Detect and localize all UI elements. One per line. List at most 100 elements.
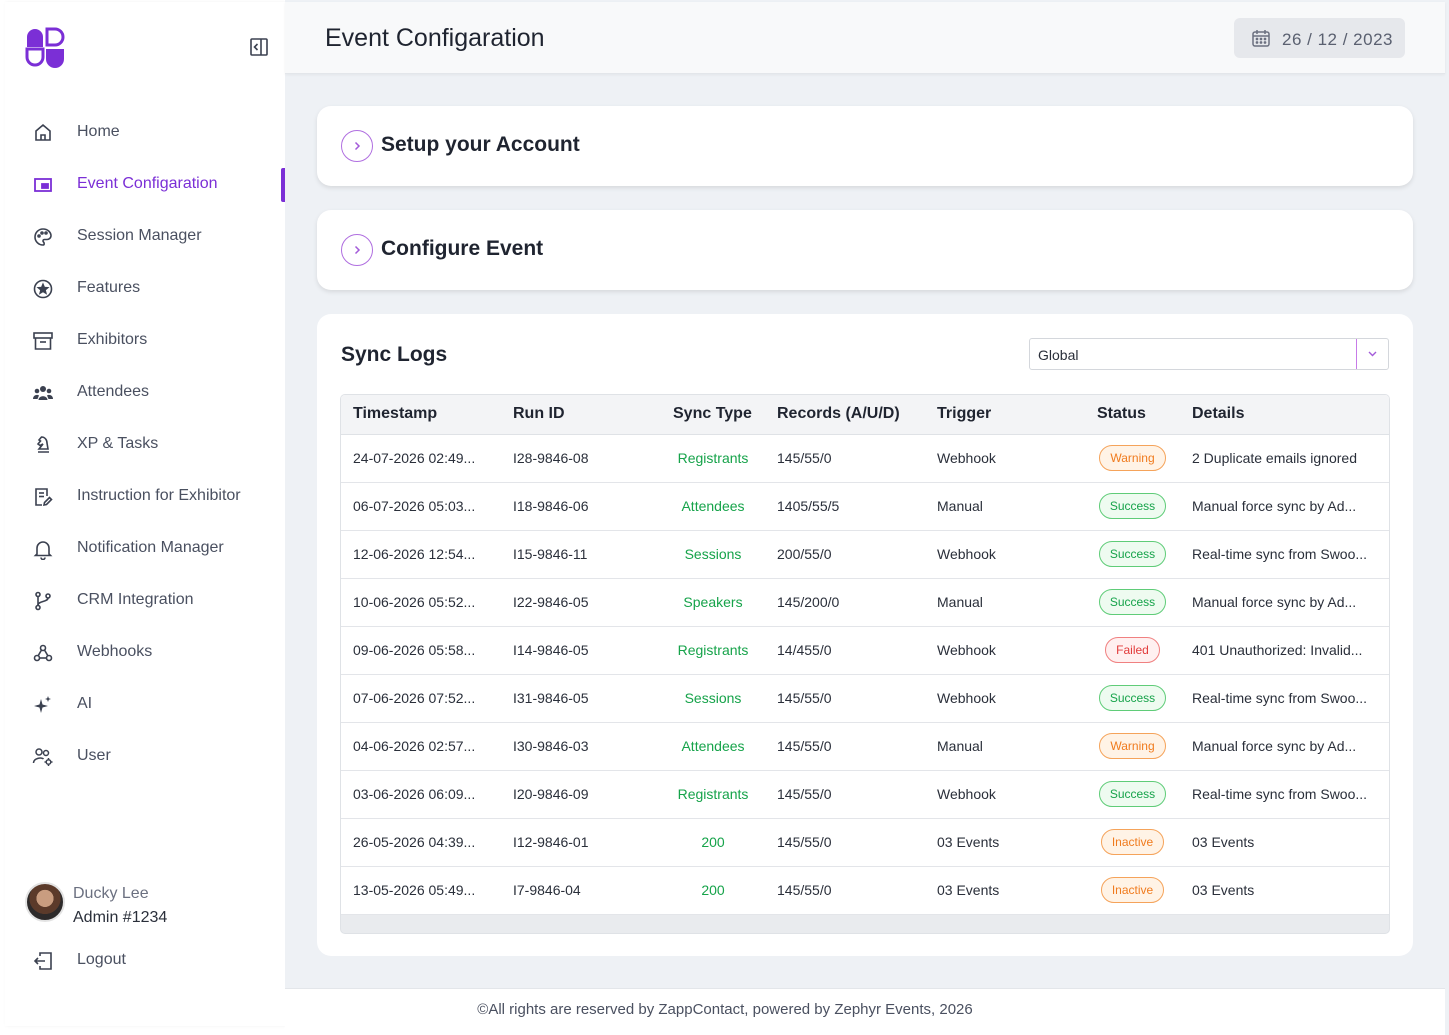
column-header[interactable]: Run ID: [501, 395, 661, 435]
column-header[interactable]: Timestamp: [341, 395, 501, 435]
run-id-cell: I15-9846-11: [513, 546, 588, 562]
timestamp-cell: 10-06-2026 05:52...: [353, 594, 476, 610]
status-badge: Inactive: [1100, 877, 1165, 903]
table-row[interactable]: 26-05-2026 04:39... I12-9846-01 200 145/55/…: [341, 818, 1389, 866]
trigger-cell: Webhook: [937, 546, 996, 562]
details-cell: Real-time sync from Swoo...: [1192, 546, 1368, 562]
table-row[interactable]: 04-06-2026 02:57... I30-9846-03 Attendees 1…: [341, 722, 1389, 770]
status-badge: Failed: [1105, 637, 1160, 663]
records-cell: 145/55/0: [777, 834, 832, 850]
event-config-icon: [32, 174, 54, 196]
details-cell: 401 Unauthorized: Invalid...: [1192, 642, 1363, 658]
webhook-icon: [32, 642, 54, 664]
run-id-cell: I12-9846-01: [513, 834, 589, 850]
details-cell: Manual force sync by Ad...: [1192, 498, 1357, 514]
status-cell: Inactive: [1085, 866, 1180, 914]
sidebar-item-attendees[interactable]: Attendees: [5, 366, 285, 418]
sync-type-cell: Sessions: [684, 690, 742, 706]
sidebar-item-webhooks[interactable]: Webhooks: [5, 626, 285, 678]
sync-type-cell: Registrants: [677, 450, 749, 466]
details-cell: Manual force sync by Ad...: [1192, 594, 1357, 610]
sidebar-item-crm-integration[interactable]: CRM Integration: [5, 574, 285, 626]
chevron-right-icon[interactable]: [341, 234, 373, 266]
trigger-cell: Manual: [937, 498, 983, 514]
date-picker[interactable]: 26 / 12 / 2023: [1234, 18, 1405, 58]
sync-scope-select[interactable]: Global: [1029, 338, 1389, 370]
table-row[interactable]: 06-07-2026 05:03... I18-9846-06 Attendees 1…: [341, 482, 1389, 530]
sync-type-cell: Speakers: [683, 594, 743, 610]
table-row[interactable]: 12-06-2026 12:54... I15-9846-11 Sessions 20…: [341, 530, 1389, 578]
sync-type-cell: Attendees: [681, 738, 745, 754]
timestamp-cell: 04-06-2026 02:57...: [353, 738, 476, 754]
calendar-icon: [1251, 28, 1271, 48]
footer-text: ©All rights are reserved by ZappContact,…: [477, 1001, 973, 1018]
sidebar-item-session-manager[interactable]: Session Manager: [5, 210, 285, 262]
details-cell: Manual force sync by Ad...: [1192, 738, 1357, 754]
run-id-cell: I31-9846-05: [513, 690, 589, 706]
timestamp-cell: 12-06-2026 12:54...: [353, 546, 476, 562]
sync-logs-title: Sync Logs: [341, 343, 448, 366]
status-badge: Success: [1098, 685, 1167, 711]
column-header[interactable]: Records (A/U/D): [765, 395, 925, 435]
sidebar-item-label: Attendees: [77, 383, 150, 400]
column-header[interactable]: Status: [1085, 395, 1180, 435]
status-cell: Inactive: [1085, 818, 1180, 866]
records-cell: 145/200/0: [777, 594, 840, 610]
accordion-title: Setup your Account: [381, 133, 580, 156]
sync-type-cell: Attendees: [681, 498, 745, 514]
accordion-configure-event[interactable]: Configure Event: [317, 210, 1413, 290]
sidebar-item-instruction-for-exhibitor[interactable]: Instruction for Exhibitor: [5, 470, 285, 522]
chess-knight-icon: [32, 434, 54, 456]
trigger-cell: Manual: [937, 738, 983, 754]
run-id-cell: I18-9846-06: [513, 498, 589, 514]
sidebar-item-notification-manager[interactable]: Notification Manager: [5, 522, 285, 574]
logout-button[interactable]: Logout: [5, 934, 285, 986]
user-profile[interactable]: Ducky Lee Admin #1234: [25, 880, 275, 928]
table-row[interactable]: 10-06-2026 05:52... I22-9846-05 Speakers 14…: [341, 578, 1389, 626]
status-cell: Failed: [1085, 626, 1180, 674]
status-badge: Warning: [1099, 733, 1166, 759]
status-badge: Success: [1098, 589, 1167, 615]
records-cell: 14/455/0: [777, 642, 832, 658]
date-value: 26 / 12 / 2023: [1282, 30, 1393, 49]
sidebar-item-features[interactable]: Features: [5, 262, 285, 314]
table-row[interactable]: 03-06-2026 06:09... I20-9846-09 Registrant…: [341, 770, 1389, 818]
column-header[interactable]: Details: [1180, 395, 1389, 435]
table-row[interactable]: 24-07-2026 02:49... I28-9846-08 Registrant…: [341, 434, 1389, 482]
run-id-cell: I30-9846-03: [513, 738, 589, 754]
home-icon: [32, 122, 54, 144]
run-id-cell: I7-9846-04: [513, 882, 581, 898]
sidebar-item-label: Event Configaration: [77, 175, 218, 192]
timestamp-cell: 06-07-2026 05:03...: [353, 498, 476, 514]
table-row[interactable]: 13-05-2026 05:49... I7-9846-04 200 145/55/0…: [341, 866, 1389, 914]
sync-logs-panel: Sync Logs Global Timestamp Run ID Sync T…: [317, 314, 1413, 956]
status-badge: Warning: [1099, 445, 1166, 471]
timestamp-cell: 26-05-2026 04:39...: [353, 834, 476, 850]
table-row[interactable]: 07-06-2026 07:52... I31-9846-05 Sessions 14…: [341, 674, 1389, 722]
column-header[interactable]: Sync Type: [661, 395, 765, 435]
sidebar-item-xp-tasks[interactable]: XP & Tasks: [5, 418, 285, 470]
accordion-setup-account[interactable]: Setup your Account: [317, 106, 1413, 186]
table-row[interactable]: 09-06-2026 05:58... I14-9846-05 Registrant…: [341, 626, 1389, 674]
trigger-cell: 03 Events: [937, 834, 1000, 850]
chevron-right-icon[interactable]: [341, 130, 373, 162]
details-cell: Real-time sync from Swoo...: [1192, 690, 1368, 706]
profile-name: Ducky Lee: [73, 885, 149, 902]
select-divider: [1356, 339, 1357, 369]
column-header[interactable]: Trigger: [925, 395, 1085, 435]
timestamp-cell: 09-06-2026 05:58...: [353, 642, 476, 658]
sync-type-cell: Registrants: [677, 786, 749, 802]
run-id-cell: I14-9846-05: [513, 642, 589, 658]
sidebar-item-user[interactable]: User: [5, 730, 285, 782]
sync-logs-table-container[interactable]: Timestamp Run ID Sync Type Records (A/U/…: [340, 394, 1390, 934]
collapse-sidebar-icon[interactable]: [248, 36, 270, 58]
brand-logo[interactable]: [25, 27, 67, 69]
sidebar-item-ai[interactable]: AI: [5, 678, 285, 730]
details-cell: 03 Events: [1192, 882, 1255, 898]
sidebar-item-exhibitors[interactable]: Exhibitors: [5, 314, 285, 366]
timestamp-cell: 07-06-2026 07:52...: [353, 690, 476, 706]
records-cell: 200/55/0: [777, 546, 832, 562]
sidebar: Home Event Configaration Session Manager…: [5, 2, 285, 1026]
sidebar-item-home[interactable]: Home: [5, 106, 285, 158]
sidebar-item-event-configaration[interactable]: Event Configaration: [5, 158, 285, 210]
